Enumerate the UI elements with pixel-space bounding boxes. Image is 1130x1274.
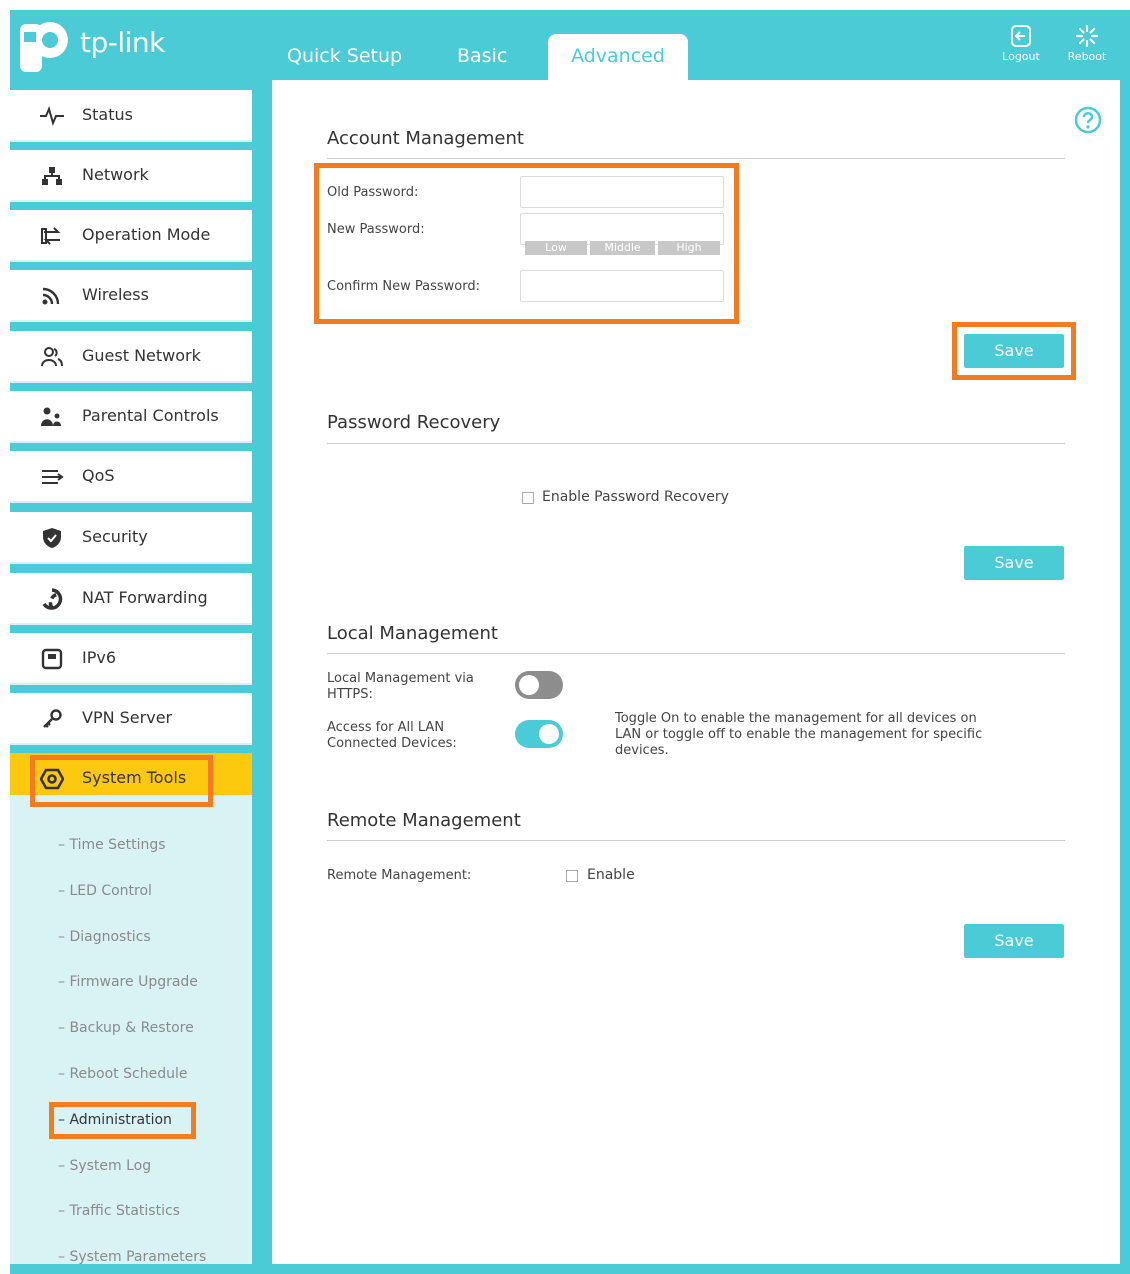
lan-access-label: Access for All LAN Connected Devices:	[327, 720, 457, 751]
submenu-item-reboot-schedule[interactable]: – Reboot Schedule	[58, 1066, 187, 1082]
family-icon	[41, 407, 61, 426]
highlight-administration	[49, 1102, 196, 1139]
section-divider	[327, 158, 1065, 159]
https-management-toggle[interactable]	[515, 671, 563, 699]
shield-icon	[43, 528, 61, 548]
sidebar-item-vpn-server[interactable]: VPN Server	[10, 693, 252, 745]
submenu-label: System Log	[69, 1158, 152, 1174]
pulse-icon	[40, 106, 64, 126]
sidebar-item-operation-mode[interactable]: Operation Mode	[10, 210, 252, 262]
remote-management-title: Remote Management	[327, 810, 521, 831]
logout-button[interactable]: Logout	[997, 24, 1045, 63]
submenu-label: Diagnostics	[69, 929, 151, 945]
logout-icon	[1011, 25, 1031, 47]
reboot-button[interactable]: Reboot	[1063, 24, 1111, 63]
password-recovery-checkbox[interactable]	[522, 492, 534, 504]
password-recovery-title: Password Recovery	[327, 412, 501, 433]
sidebar-item-label: IPv6	[82, 648, 117, 667]
toggle-knob	[519, 675, 539, 695]
sidebar-item-label: Status	[82, 105, 133, 124]
key-icon	[43, 709, 62, 728]
logout-label: Logout	[1002, 50, 1040, 63]
submenu-item-traffic-statistics[interactable]: – Traffic Statistics	[58, 1203, 180, 1219]
network-icon	[42, 167, 62, 185]
section-divider	[327, 653, 1065, 654]
ipv6-icon	[41, 648, 63, 670]
sidebar-item-label: Network	[82, 165, 149, 184]
submenu-label: System Parameters	[69, 1249, 207, 1265]
users-icon	[41, 347, 63, 367]
remote-save-button[interactable]: Save	[964, 924, 1064, 958]
reboot-icon	[1075, 24, 1099, 48]
submenu-label: Time Settings	[69, 837, 166, 853]
highlight-save-button	[952, 322, 1076, 380]
sidebar-item-network[interactable]: Network	[10, 150, 252, 202]
local-management-title: Local Management	[327, 623, 498, 644]
toggle-knob	[539, 724, 559, 744]
lan-access-toggle[interactable]	[515, 720, 563, 748]
remote-management-label: Remote Management:	[327, 868, 472, 883]
sidebar-item-label: Parental Controls	[82, 406, 219, 425]
highlight-password-fields	[314, 163, 739, 324]
submenu-label: Firmware Upgrade	[69, 974, 198, 990]
submenu-item-system-log[interactable]: – System Log	[58, 1158, 151, 1174]
tab-quick-setup[interactable]: Quick Setup	[287, 34, 402, 80]
https-management-label: Local Management via HTTPS:	[327, 671, 474, 702]
submenu-item-diagnostics[interactable]: – Diagnostics	[58, 929, 151, 945]
password-recovery-label: Enable Password Recovery	[542, 489, 729, 505]
account-management-title: Account Management	[327, 128, 524, 149]
recovery-save-button[interactable]: Save	[964, 546, 1064, 580]
remote-management-checkbox[interactable]	[566, 870, 578, 882]
sidebar-item-label: Security	[82, 527, 148, 546]
sidebar-item-qos[interactable]: QoS	[10, 451, 252, 503]
lan-access-note: Toggle On to enable the management for a…	[615, 711, 983, 758]
wireless-icon	[42, 287, 60, 305]
reboot-label: Reboot	[1067, 50, 1107, 63]
help-button[interactable]	[1074, 106, 1102, 138]
submenu-item-firmware-upgrade[interactable]: – Firmware Upgrade	[58, 974, 198, 990]
highlight-system-tools	[30, 755, 213, 807]
section-divider	[327, 840, 1065, 841]
sidebar-item-ipv6[interactable]: IPv6	[10, 633, 252, 685]
sidebar-item-label: Operation Mode	[82, 225, 211, 244]
sidebar-item-label: Guest Network	[82, 346, 201, 365]
sidebar-item-nat-forwarding[interactable]: NAT Forwarding	[10, 573, 252, 625]
sidebar-item-label: QoS	[82, 466, 115, 485]
sidebar-item-status[interactable]: Status	[10, 90, 252, 142]
tp-link-logo-icon	[20, 22, 68, 72]
sidebar-item-guest-network[interactable]: Guest Network	[10, 331, 252, 383]
tp-link-logo: tp-link	[10, 12, 170, 72]
submenu-item-led-control[interactable]: – LED Control	[58, 883, 152, 899]
qos-icon	[42, 470, 64, 484]
swap-icon	[41, 227, 61, 245]
tab-advanced[interactable]: Advanced	[548, 34, 688, 82]
help-icon	[1074, 106, 1102, 134]
remote-management-enable-label: Enable	[587, 867, 635, 883]
submenu-label: Backup & Restore	[69, 1020, 194, 1036]
logo-text: tp-link	[80, 26, 165, 59]
sidebar-item-label: Wireless	[82, 285, 149, 304]
section-divider	[327, 443, 1065, 444]
submenu-label: Reboot Schedule	[69, 1066, 188, 1082]
submenu-label: LED Control	[69, 883, 152, 899]
sidebar-item-security[interactable]: Security	[10, 512, 252, 564]
sidebar-item-label: NAT Forwarding	[82, 588, 208, 607]
submenu-item-backup-restore[interactable]: – Backup & Restore	[58, 1020, 194, 1036]
submenu-item-system-parameters[interactable]: – System Parameters	[58, 1249, 206, 1265]
sidebar-item-wireless[interactable]: Wireless	[10, 270, 252, 322]
nat-icon	[42, 588, 63, 610]
submenu-label: Traffic Statistics	[69, 1203, 180, 1219]
submenu-item-time-settings[interactable]: – Time Settings	[58, 837, 166, 853]
tab-basic[interactable]: Basic	[457, 34, 507, 80]
sidebar-item-label: VPN Server	[82, 708, 173, 727]
sidebar-item-parental-controls[interactable]: Parental Controls	[10, 391, 252, 443]
